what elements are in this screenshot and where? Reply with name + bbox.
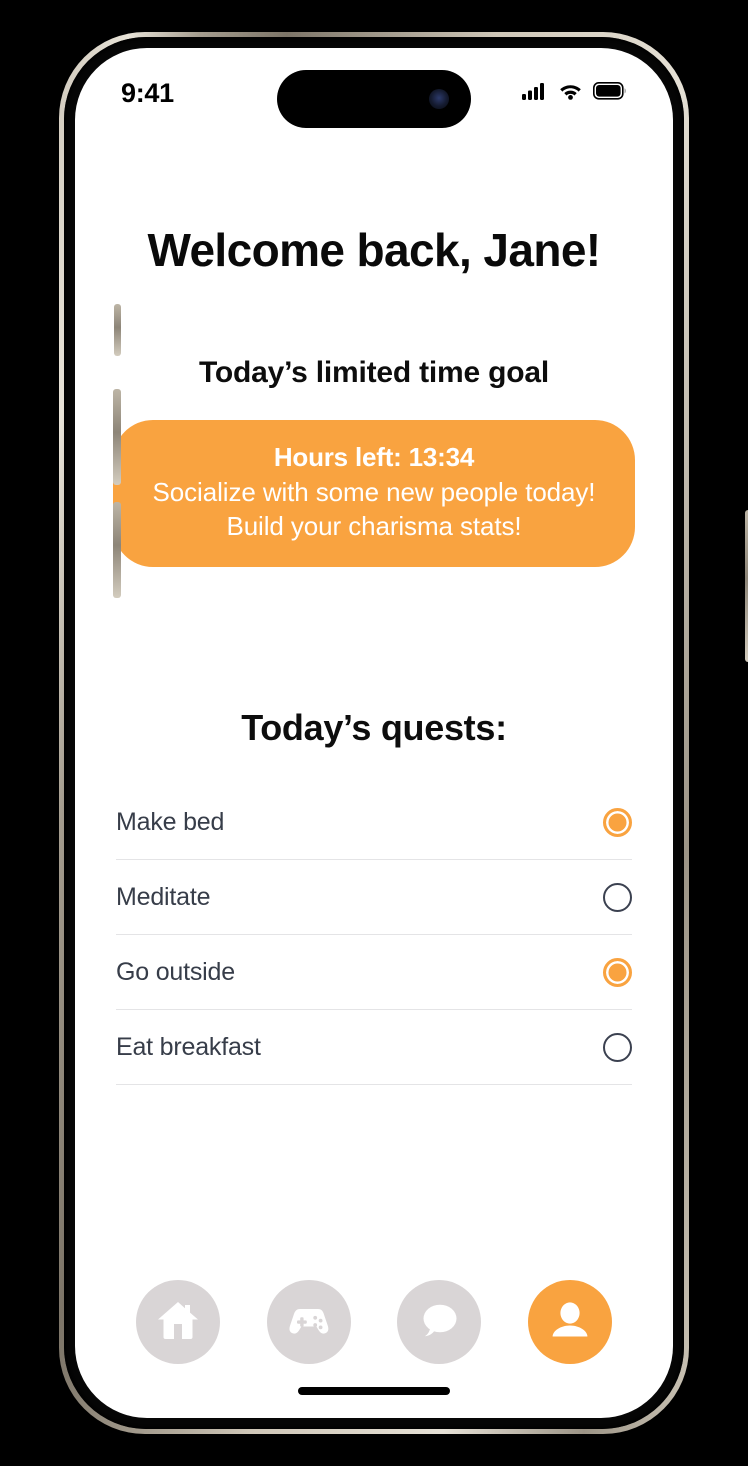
game-controller-icon [283, 1294, 335, 1351]
nav-item-home[interactable] [136, 1280, 221, 1364]
status-icons [522, 68, 627, 105]
cellular-signal-icon [522, 82, 548, 105]
phone-frame: 9:41 Welcome back, Jane! Today’s limited… [59, 32, 748, 1434]
quest-label: Make bed [116, 807, 225, 836]
quest-checkbox-checked[interactable] [603, 807, 632, 837]
quest-label: Go outside [116, 957, 235, 986]
phone-bezel: 9:41 Welcome back, Jane! Today’s limited… [64, 37, 684, 1429]
volume-up-button[interactable] [113, 389, 121, 485]
nav-item-profile[interactable] [527, 1280, 612, 1364]
house-icon [152, 1294, 204, 1351]
quests-section-heading: Today’s quests: [241, 707, 507, 749]
battery-icon [593, 81, 627, 105]
dynamic-island [277, 70, 471, 128]
quest-list: Make bed Meditate Go outside Eat breakfa… [75, 785, 673, 1086]
goal-section-heading: Today’s limited time goal [198, 356, 550, 389]
quest-label: Meditate [116, 882, 211, 911]
hours-left-label: Hours left: 13:34 [273, 442, 475, 472]
home-indicator [298, 1387, 450, 1395]
wifi-icon [558, 82, 583, 105]
person-icon [544, 1294, 596, 1351]
quest-checkbox-checked[interactable] [603, 957, 632, 987]
phone-screen: 9:41 Welcome back, Jane! Today’s limited… [75, 48, 673, 1418]
quest-checkbox-unchecked[interactable] [603, 882, 632, 912]
chat-bubble-icon [413, 1294, 465, 1351]
goal-description: Socialize with some new people today! Bu… [152, 476, 596, 542]
quest-row[interactable]: Eat breakfast [116, 1010, 632, 1086]
status-time: 9:41 [121, 77, 174, 108]
nav-item-chat[interactable] [397, 1280, 482, 1364]
nav-item-games[interactable] [266, 1280, 351, 1364]
quest-label: Eat breakfast [116, 1032, 261, 1061]
app-content: Welcome back, Jane! Today’s limited time… [75, 124, 673, 1418]
quest-row[interactable]: Meditate [116, 860, 632, 936]
quest-row[interactable]: Go outside [116, 935, 632, 1011]
limited-time-goal-card[interactable]: Hours left: 13:34 Socialize with some ne… [113, 420, 635, 568]
volume-down-button[interactable] [113, 502, 121, 598]
quest-row[interactable]: Make bed [116, 785, 632, 861]
bottom-navigation-bar [75, 1280, 673, 1364]
page-title: Welcome back, Jane! [147, 224, 601, 276]
front-camera-icon [429, 89, 449, 109]
quest-checkbox-unchecked[interactable] [603, 1032, 632, 1062]
action-button[interactable] [114, 304, 121, 356]
